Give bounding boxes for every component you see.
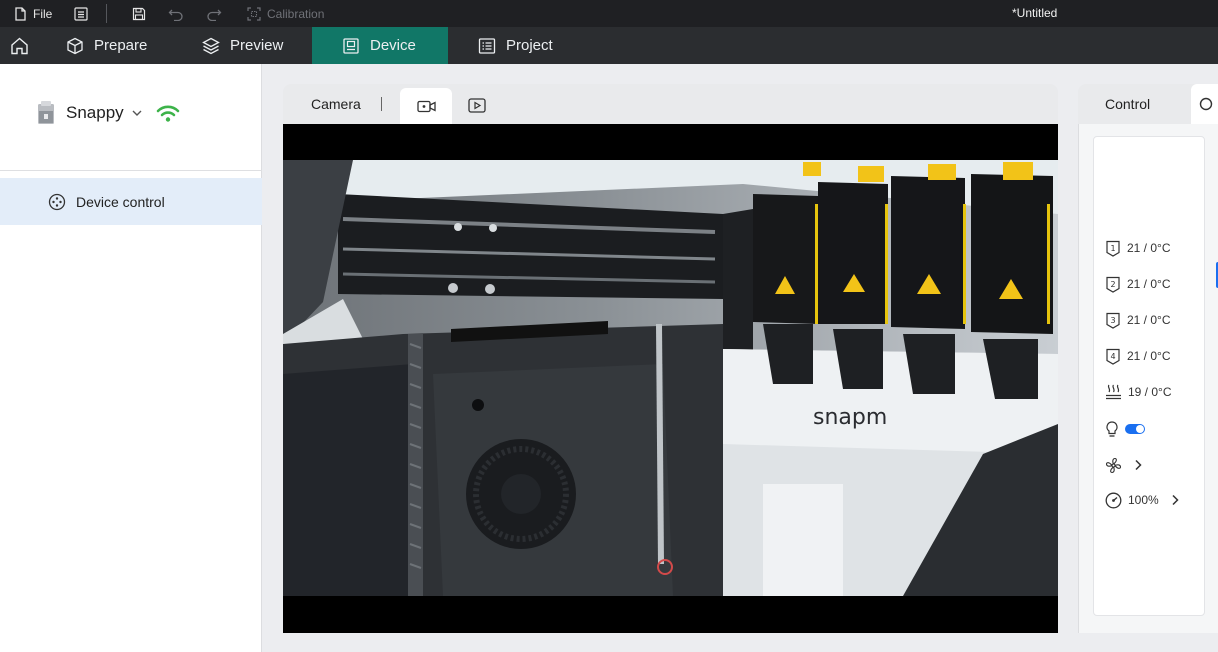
tab-live-video[interactable] (400, 88, 452, 124)
document-title: *Untitled (1012, 6, 1058, 20)
file-menu-label: File (33, 6, 53, 21)
printer-thumbnail-icon (38, 101, 54, 124)
camera-feed: snapm (283, 124, 1058, 633)
extruder-3-icon: 3 (1106, 312, 1120, 329)
fan-control[interactable] (1105, 454, 1142, 476)
extruder-4-temp: 4 21 / 0°C (1105, 345, 1171, 367)
extruder-1-temp-value: 21 / 0°C (1127, 241, 1171, 255)
tab-preview[interactable]: Preview (202, 27, 283, 64)
file-icon (15, 6, 26, 21)
temperature-card (1093, 136, 1205, 616)
status-circle-icon (1199, 97, 1213, 111)
undo-icon (168, 9, 183, 21)
redo-icon (207, 9, 222, 21)
layers-icon (202, 37, 220, 54)
redo-button[interactable] (206, 0, 222, 27)
video-camera-icon (416, 100, 436, 112)
calibration-icon (247, 6, 261, 21)
chevron-right-icon (1172, 494, 1179, 506)
tab-prepare[interactable]: Prepare (66, 27, 147, 64)
extruder-3-temp-value: 21 / 0°C (1127, 313, 1171, 327)
device-name: Snappy (66, 103, 124, 122)
project-list-icon (478, 37, 496, 54)
sidebar-item-label: Device control (76, 193, 165, 210)
fan-icon (1105, 457, 1122, 473)
snapmaker-logo-text: snapm (813, 405, 887, 430)
device-icon (343, 37, 359, 54)
tab-camera[interactable]: Camera (311, 84, 361, 124)
play-video-icon (468, 97, 486, 113)
sidebar-divider (0, 170, 262, 171)
title-bar: File Calibration *Untitled (0, 0, 1218, 27)
save-icon (132, 7, 146, 20)
file-menu[interactable]: File (14, 0, 52, 27)
control-tabbar: Control (1078, 84, 1218, 124)
tab-device-label: Device (370, 37, 416, 54)
heated-bed-icon (1106, 384, 1121, 400)
control-body: 1 21 / 0°C 2 21 / 0°C 3 21 / 0°C 4 21 / … (1078, 124, 1218, 633)
extruder-2-icon: 2 (1106, 276, 1120, 293)
save-button[interactable] (132, 0, 146, 27)
tab-prepare-label: Prepare (94, 37, 148, 54)
extruder-1-number: 1 (1110, 244, 1115, 253)
undo-button[interactable] (168, 0, 184, 27)
chevron-down-icon[interactable] (132, 110, 142, 117)
extruder-2-temp: 2 21 / 0°C (1105, 273, 1171, 295)
titlebar-divider (106, 4, 107, 23)
tab-preview-label: Preview (230, 37, 284, 54)
camera-tabbar: Camera (283, 84, 1058, 124)
extruder-4-temp-value: 21 / 0°C (1127, 349, 1171, 363)
extruder-4-number: 4 (1110, 352, 1115, 361)
menu-list-button[interactable] (74, 0, 88, 27)
extruder-2-number: 2 (1110, 280, 1115, 289)
calibration-label: Calibration (267, 6, 325, 21)
home-button[interactable] (10, 27, 32, 64)
camera-tab-divider (381, 97, 382, 111)
speedometer-icon (1105, 492, 1122, 508)
extruder-3-temp: 3 21 / 0°C (1105, 309, 1171, 331)
tab-control[interactable]: Control (1105, 84, 1150, 124)
light-bulb-icon (1106, 420, 1118, 437)
device-sidebar: Snappy Device control (0, 64, 262, 652)
list-menu-icon (74, 6, 88, 21)
main-nav: Prepare Preview Device Project (0, 27, 1218, 64)
camera-feed-image: snapm (283, 124, 1058, 633)
calibration-button[interactable]: Calibration (247, 0, 324, 27)
cube-icon (67, 37, 83, 54)
extruder-3-number: 3 (1110, 316, 1115, 325)
extruder-1-temp: 1 21 / 0°C (1105, 237, 1171, 259)
device-selector[interactable]: Snappy (34, 98, 180, 128)
speed-value: 100% (1128, 493, 1159, 507)
extruder-1-icon: 1 (1106, 240, 1120, 257)
camera-panel: Camera snapm (283, 84, 1058, 633)
bed-temp-value: 19 / 0°C (1128, 385, 1172, 399)
light-control (1105, 418, 1145, 440)
bed-temp: 19 / 0°C (1105, 381, 1172, 403)
extruder-4-icon: 4 (1106, 348, 1120, 365)
control-panel: Control 1 21 / 0°C 2 21 / 0°C 3 21 / 0°C… (1078, 84, 1218, 633)
chevron-right-icon (1135, 459, 1142, 471)
speed-control[interactable]: 100% (1105, 489, 1179, 511)
light-toggle[interactable] (1125, 424, 1145, 434)
tab-device[interactable]: Device (312, 27, 448, 64)
home-icon (11, 37, 28, 54)
tab-status[interactable] (1191, 84, 1218, 124)
sidebar-item-device-control[interactable]: Device control (0, 178, 262, 225)
wifi-icon (156, 105, 179, 122)
extruder-2-temp-value: 21 / 0°C (1127, 277, 1171, 291)
tab-playback[interactable] (466, 94, 488, 116)
tab-project[interactable]: Project (478, 27, 553, 64)
tab-project-label: Project (506, 37, 553, 54)
gamepad-icon (48, 193, 66, 210)
